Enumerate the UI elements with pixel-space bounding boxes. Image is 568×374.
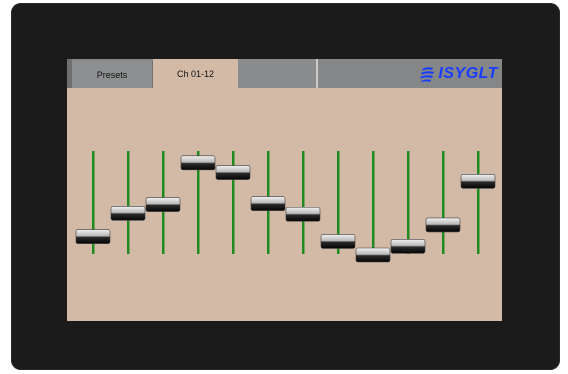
fader-bank	[75, 151, 496, 263]
fader-5[interactable]	[215, 151, 251, 254]
fader-3[interactable]	[145, 151, 181, 254]
fader-knob[interactable]	[460, 173, 496, 189]
fader-knob[interactable]	[425, 217, 461, 233]
fader-9[interactable]	[355, 151, 391, 263]
fader-12[interactable]	[460, 151, 496, 254]
fader-11[interactable]	[425, 151, 461, 254]
fader-track	[407, 151, 410, 254]
fader-10[interactable]	[390, 151, 426, 254]
fader-track	[477, 151, 480, 254]
fader-2[interactable]	[110, 151, 146, 254]
fader-4[interactable]	[180, 151, 216, 254]
fader-6[interactable]	[250, 151, 286, 254]
fader-knob[interactable]	[215, 165, 251, 180]
fader-8[interactable]	[320, 151, 356, 254]
fader-knob[interactable]	[180, 155, 216, 171]
fader-knob[interactable]	[320, 234, 356, 249]
fader-track	[372, 151, 375, 254]
fader-knob[interactable]	[250, 196, 286, 211]
fader-knob[interactable]	[110, 205, 146, 221]
fader-knob[interactable]	[285, 206, 321, 222]
touch-screen: Presets Ch 01-12 ISYGLT	[67, 59, 502, 321]
fader-knob[interactable]	[355, 247, 391, 263]
fader-1[interactable]	[75, 151, 111, 254]
fader-track	[302, 151, 305, 254]
fader-knob[interactable]	[145, 197, 181, 212]
fader-track	[127, 151, 130, 254]
fader-knob[interactable]	[390, 238, 426, 254]
fader-7[interactable]	[285, 151, 321, 254]
fader-track	[442, 151, 445, 254]
fader-knob[interactable]	[75, 229, 111, 244]
